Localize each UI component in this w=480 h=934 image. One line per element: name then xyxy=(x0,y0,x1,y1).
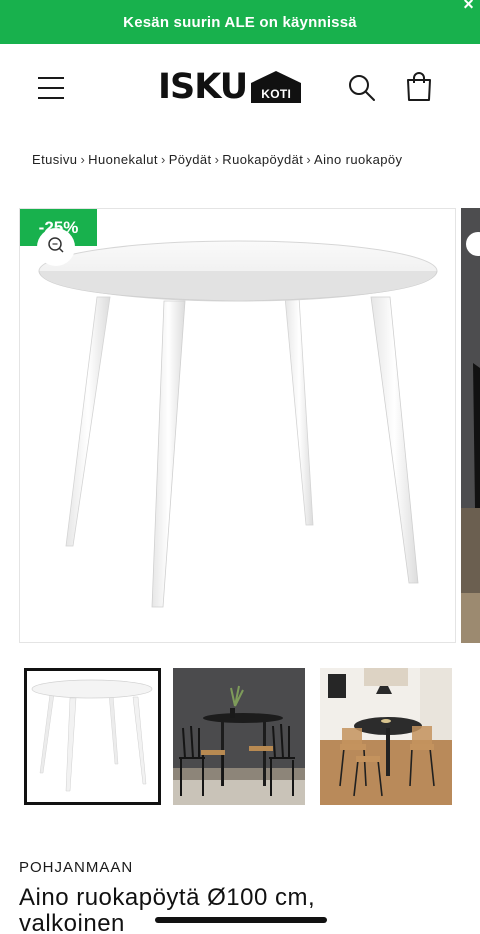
product-title-line-1: Aino ruokapöytä Ø100 cm, xyxy=(19,884,316,911)
product-title: Aino ruokapöytä Ø100 cm, valkoinen xyxy=(19,885,459,934)
home-indicator-bar xyxy=(155,917,327,923)
breadcrumb-separator: › xyxy=(80,152,86,167)
breadcrumb-separator: › xyxy=(306,152,312,167)
logo-house-badge: KOTI xyxy=(251,71,302,103)
thumbnail-strip xyxy=(24,668,456,805)
site-header: ISKU KOTI xyxy=(0,44,480,132)
breadcrumb-item-etusivu[interactable]: Etusivu xyxy=(32,152,77,167)
store-logo[interactable]: ISKU KOTI xyxy=(158,67,302,107)
breadcrumb-separator: › xyxy=(214,152,220,167)
logo-badge-text: KOTI xyxy=(261,87,292,101)
breadcrumb-item-ruokapoydat[interactable]: Ruokapöydät xyxy=(222,152,303,167)
product-main-image[interactable] xyxy=(19,208,456,643)
announcement-text: Kesän suurin ALE on käynnissä xyxy=(123,13,357,31)
white-table-illustration xyxy=(38,240,438,608)
announcement-bar[interactable]: Kesän suurin ALE on käynnissä × xyxy=(0,0,480,44)
shopping-bag-icon[interactable] xyxy=(405,72,433,102)
product-vendor[interactable]: POHJANMAAN xyxy=(19,859,133,876)
close-icon[interactable]: × xyxy=(463,0,474,15)
breadcrumb-separator: › xyxy=(160,152,166,167)
breadcrumb-item-poydat[interactable]: Pöydät xyxy=(169,152,212,167)
breadcrumb-item-current: Aino ruokapöy xyxy=(314,152,403,167)
breadcrumb: Etusivu › Huonekalut › Pöydät › Ruokapöydät › Ai… xyxy=(32,152,450,172)
logo-wordmark: ISKU xyxy=(158,67,248,107)
thumbnail-white-table[interactable] xyxy=(24,668,161,805)
breadcrumb-item-huonekalut[interactable]: Huonekalut xyxy=(88,152,158,167)
zoom-icon[interactable] xyxy=(37,228,75,266)
thumbnail-room-scene[interactable] xyxy=(320,668,452,805)
next-image-peek[interactable] xyxy=(461,208,480,643)
search-icon[interactable] xyxy=(348,74,376,102)
hamburger-menu-icon[interactable] xyxy=(38,77,64,99)
thumbnail-black-table-set[interactable] xyxy=(173,668,305,805)
